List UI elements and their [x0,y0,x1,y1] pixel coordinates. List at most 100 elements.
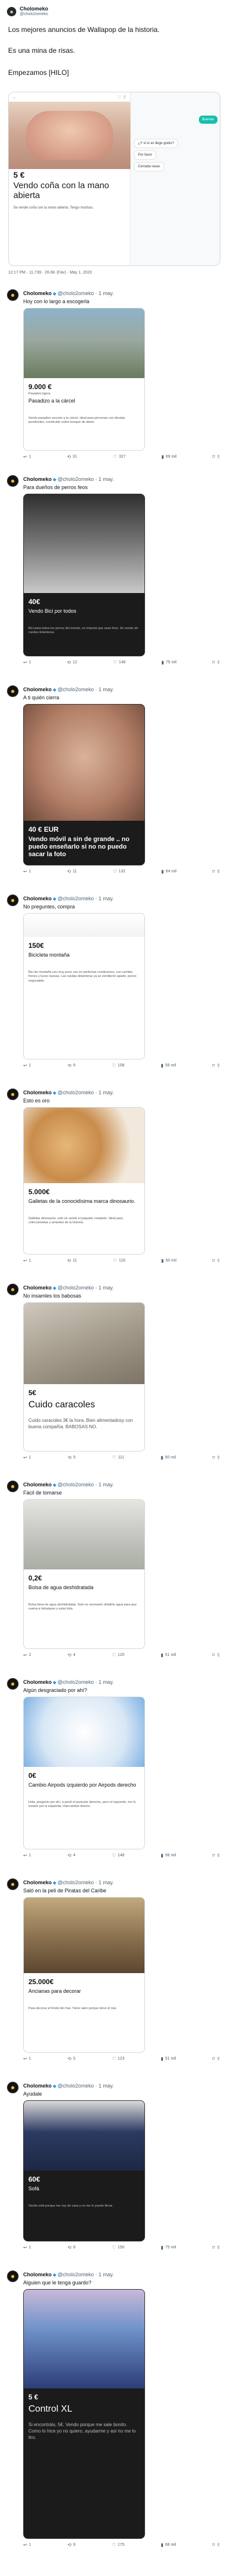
ad-screenshot[interactable]: 5 € Control XL Si encontráis, 5€. Vendo po… [23,2289,145,2539]
views-button[interactable]: ▮ 68 mil [161,2542,176,2548]
reply-button[interactable]: ↩ 1 [23,869,31,874]
bookmark-icon[interactable]: ⌑ [212,2542,215,2548]
reply-button[interactable]: ↩ 1 [23,1455,31,1460]
like-button[interactable]: ♡ 148 [113,660,126,665]
reply-handle[interactable]: @cholo2omeko [57,2272,94,2277]
ad-screenshot[interactable]: 0€ Cambio Airpods izquierdo por Airpods d… [23,1697,145,1849]
retweet-button[interactable]: ⟲ 5 [68,1455,76,1460]
share-icon[interactable]: ⇪ [216,1853,220,1858]
reply-avatar[interactable]: ☻ [7,475,19,487]
retweet-button[interactable]: ⟲ 4 [67,1853,75,1858]
like-button[interactable]: ♡ 123 [112,2056,125,2061]
reply-avatar[interactable]: ☻ [7,1878,19,1890]
like-button[interactable]: ♡ 108 [112,1063,125,1068]
retweet-button[interactable]: ⟲ 4 [67,1652,75,1658]
reply-avatar[interactable]: ☻ [7,289,19,301]
share-icon[interactable]: ⇪ [216,869,220,874]
reply-author-name[interactable]: Cholomeko [23,1880,52,1885]
reply-tweet[interactable]: ☻ Cholomeko ◆ @cholo2omeko · 1 may. No pregu… [0,892,232,1073]
reply-handle[interactable]: @cholo2omeko [57,2083,94,2089]
reply-avatar[interactable]: ☻ [7,1678,19,1690]
reply-date[interactable]: 1 may. [99,896,114,901]
ad-screenshot[interactable]: 40€ Vendo Bici por todos Bici para todos l… [23,494,145,656]
reply-button[interactable]: ↩ 1 [23,1853,31,1858]
reply-handle[interactable]: @cholo2omeko [57,476,94,482]
views-button[interactable]: ▮ 64 mil [161,869,176,874]
views-button[interactable]: ▮ 75 mil [161,660,176,665]
reply-author-name[interactable]: Cholomeko [23,476,52,482]
like-button[interactable]: ♡ 175 [112,2542,125,2548]
reply-tweet[interactable]: ☻ Cholomeko ◆ @cholo2omeko · 1 may. Ayúdale 6… [0,2079,232,2255]
share-button[interactable]: ⌑ ⇪ [212,454,220,459]
bookmark-icon[interactable]: ⌑ [212,869,215,874]
reply-tweet[interactable]: ☻ Cholomeko ◆ @cholo2omeko · 1 may. Hoy con … [0,287,232,465]
reply-tweet[interactable]: ☻ Cholomeko ◆ @cholo2omeko · 1 may. No insam… [0,1281,232,1465]
reply-date[interactable]: 1 may. [99,1285,114,1291]
reply-date[interactable]: 1 may. [99,1880,114,1885]
reply-author-name[interactable]: Cholomeko [23,1679,52,1685]
reply-button[interactable]: ↩ 1 [23,2056,31,2061]
reply-handle[interactable]: @cholo2omeko [57,290,94,296]
reply-author-name[interactable]: Cholomeko [23,2083,52,2089]
like-button[interactable]: ♡ 327 [113,454,126,459]
retweet-button[interactable]: ⟲ 31 [67,454,77,459]
reply-button[interactable]: ↩ 2 [23,1652,31,1658]
bookmark-icon[interactable]: ⌑ [212,1853,215,1858]
views-button[interactable]: ▮ 51 mil [161,2056,176,2061]
reply-author-name[interactable]: Cholomeko [23,1482,52,1488]
share-button[interactable]: ⌑ ⇪ [212,1063,220,1068]
retweet-button[interactable]: ⟲ 5 [67,2056,75,2061]
reply-date[interactable]: 1 may. [99,2083,114,2089]
share-icon[interactable]: ⇪ [216,2056,220,2061]
reply-handle[interactable]: @cholo2omeko [57,1482,94,1488]
reply-author-name[interactable]: Cholomeko [23,687,52,692]
reply-avatar[interactable]: ☻ [7,1481,19,1492]
reply-tweet[interactable]: ☻ Cholomeko ◆ @cholo2omeko · 1 may. A ti qui… [0,683,232,879]
reply-button[interactable]: ↩ 1 [23,2245,31,2250]
share-icon[interactable]: ⇪ [216,1652,220,1658]
share-button[interactable]: ⌑ ⇪ [212,1455,220,1460]
share-icon[interactable]: ⇪ [216,1063,220,1068]
reply-button[interactable]: ↩ 1 [23,1063,31,1068]
reply-button[interactable]: ↩ 1 [23,454,31,459]
share-button[interactable]: ⌑ ⇪ [212,1853,220,1858]
like-button[interactable]: ♡ 116 [113,1258,125,1263]
ad-screenshot[interactable]: 0,2€ Bolsa de agua deshidratada Bolsa llen… [23,1499,145,1649]
share-button[interactable]: ⌑ ⇪ [212,2056,220,2061]
views-button[interactable]: ▮ 50 mil [161,1455,176,1460]
like-button[interactable]: ♡ 111 [112,1455,124,1460]
share-button[interactable]: ⌑ ⇪ [212,1258,220,1263]
reply-tweet[interactable]: ☻ Cholomeko ◆ @cholo2omeko · 1 may. Para due… [0,473,232,670]
views-button[interactable]: ▮ 69 mil [161,454,176,459]
bookmark-icon[interactable]: ⌑ [212,454,215,459]
share-button[interactable]: ⌑ ⇪ [212,2245,220,2250]
share-icon[interactable]: ⇪ [216,660,220,665]
reply-handle[interactable]: @cholo2omeko [57,896,94,901]
reply-date[interactable]: 1 may. [99,1482,114,1488]
retweet-button[interactable]: ⟲ 9 [67,2542,75,2548]
share-icon[interactable]: ⇪ [216,1455,220,1460]
reply-handle[interactable]: @cholo2omeko [57,687,94,692]
ad-screenshot[interactable]: 150€ Bicicleta montaña Bici de montaña con… [23,913,145,1059]
share-button[interactable]: ⌑ ⇪ [212,1652,220,1658]
like-button[interactable]: ♡ 132 [113,869,125,874]
ad-screenshot[interactable]: 5€ Cuido caracoles Cuido caracoles 3€ la h… [23,1302,145,1452]
reply-tweet[interactable]: ☻ Cholomeko ◆ @cholo2omeko · 1 may. Esto es … [0,1086,232,1269]
share-button[interactable]: ⌑ ⇪ [212,869,220,874]
reply-author-name[interactable]: Cholomeko [23,896,52,901]
reply-handle[interactable]: @cholo2omeko [57,1090,94,1095]
bookmark-icon[interactable]: ⌑ [212,1063,215,1068]
share-icon[interactable]: ⇪ [216,1258,220,1263]
reply-avatar[interactable]: ☻ [7,2082,19,2093]
reply-handle[interactable]: @cholo2omeko [57,1679,94,1685]
reply-date[interactable]: 1 may. [99,2272,114,2277]
reply-author-name[interactable]: Cholomeko [23,1285,52,1291]
reply-handle[interactable]: @cholo2omeko [57,1285,94,1291]
bookmark-icon[interactable]: ⌑ [212,1258,215,1263]
retweet-button[interactable]: ⟲ 11 [67,869,77,874]
reply-handle[interactable]: @cholo2omeko [57,1880,94,1885]
reply-date[interactable]: 1 may. [99,476,114,482]
bookmark-icon[interactable]: ⌑ [212,660,215,665]
views-button[interactable]: ▮ 58 mil [161,1853,176,1858]
share-icon[interactable]: ⇪ [216,454,220,459]
